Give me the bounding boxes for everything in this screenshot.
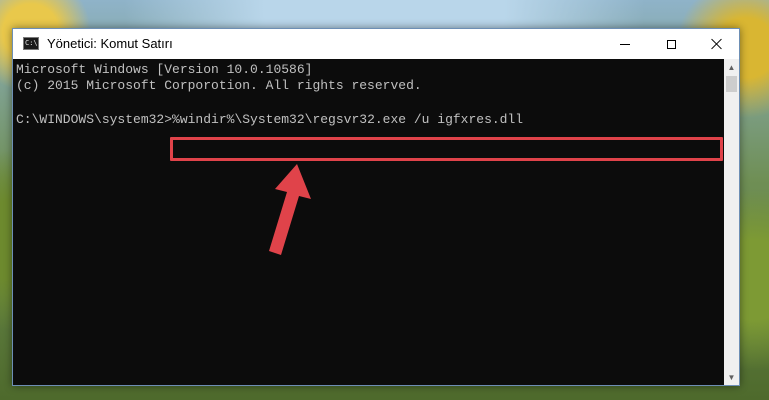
console-command: %windir%\System32\regsvr32.exe /u igfxre… <box>172 112 524 127</box>
minimize-button[interactable] <box>602 29 648 59</box>
scroll-down-icon[interactable]: ▼ <box>724 369 739 385</box>
maximize-button[interactable] <box>648 29 694 59</box>
console-copyright-line: (c) 2015 Microsoft Corporotion. All righ… <box>16 78 422 93</box>
close-icon <box>711 38 723 50</box>
window-title: Yönetici: Komut Satırı <box>47 36 173 51</box>
cmd-window: C:\ Yönetici: Komut Satırı Microsoft Win… <box>12 28 740 386</box>
command-highlight-box <box>170 137 723 161</box>
console-prompt: C:\WINDOWS\system32> <box>16 112 173 127</box>
scroll-thumb[interactable] <box>726 76 737 92</box>
red-arrow-icon <box>269 164 311 255</box>
scroll-up-icon[interactable]: ▲ <box>724 59 739 75</box>
console-output[interactable]: Microsoft Windows [Version 10.0.10586] (… <box>13 59 724 385</box>
minimize-icon <box>620 43 630 45</box>
console-command-line: C:\WINDOWS\system32>%windir%\System32\re… <box>16 112 523 128</box>
maximize-icon <box>666 39 676 49</box>
console-version-line: Microsoft Windows [Version 10.0.10586] <box>16 62 313 77</box>
cmd-icon: C:\ <box>23 37 39 50</box>
close-button[interactable] <box>694 29 740 59</box>
vertical-scrollbar[interactable]: ▲ ▼ <box>724 59 739 385</box>
title-bar[interactable]: C:\ Yönetici: Komut Satırı <box>13 29 739 59</box>
